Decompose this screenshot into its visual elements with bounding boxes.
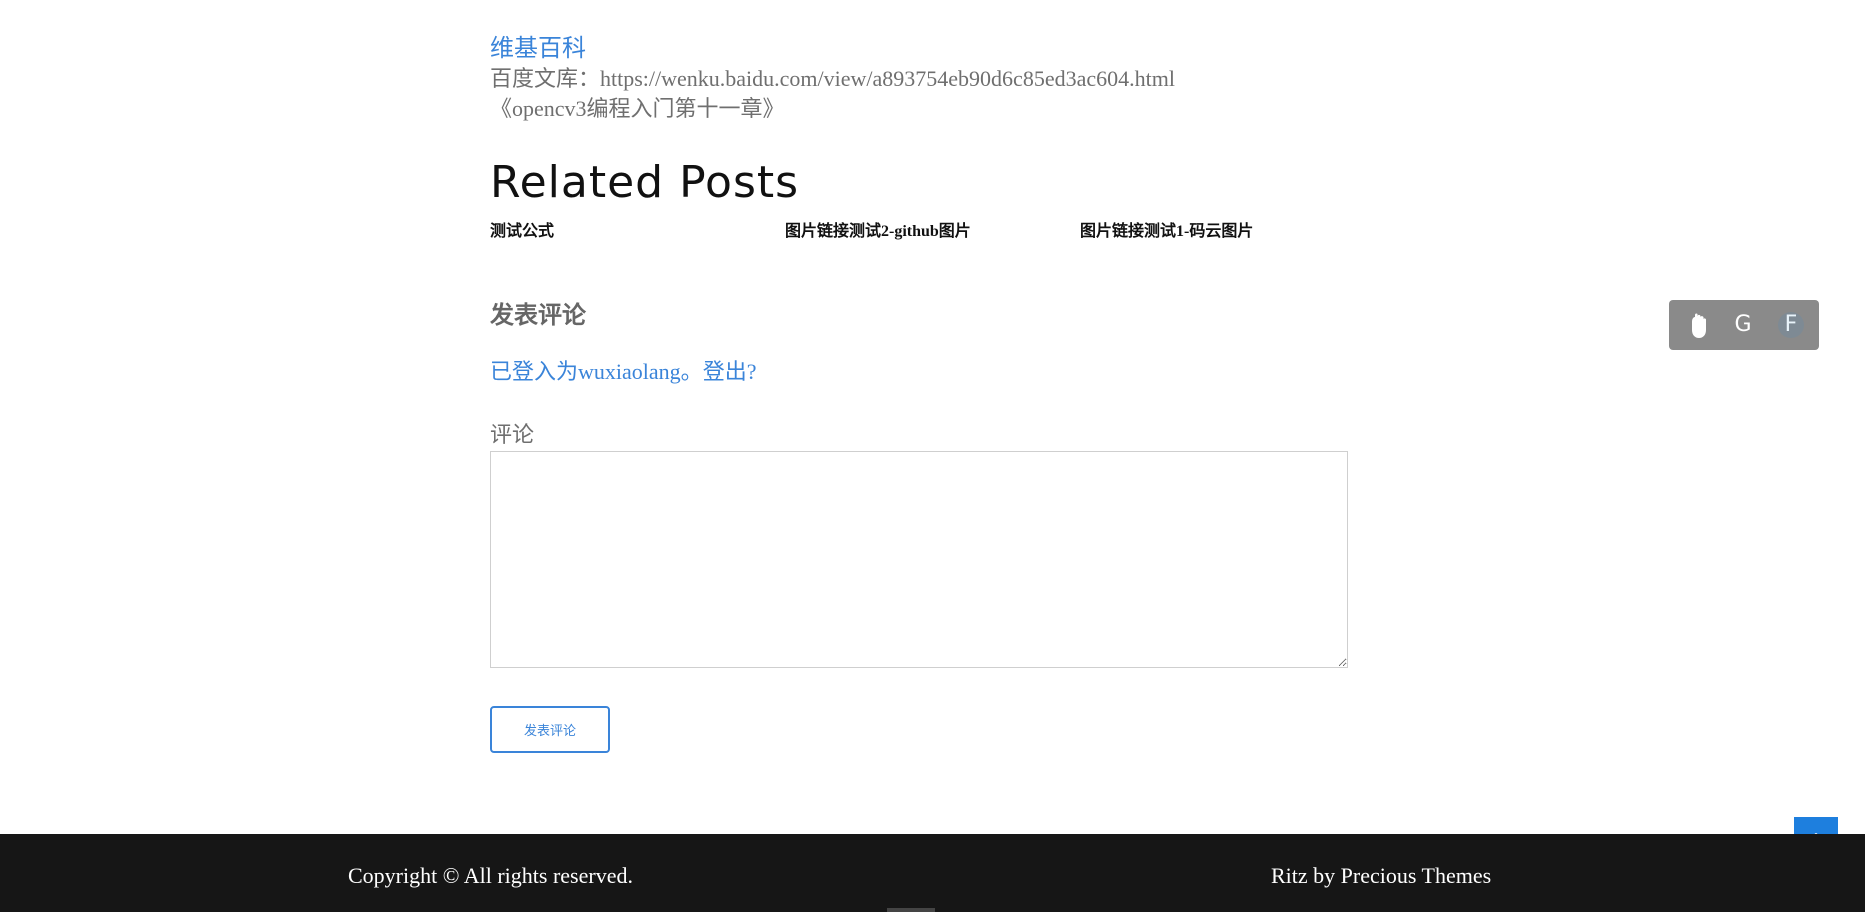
logged-in-prefix: 已登入为 [490,359,579,384]
footer-credit-link[interactable]: Ritz by Precious Themes [1271,862,1491,890]
related-post-link[interactable]: 测试公式 [490,222,554,242]
profile-link[interactable]: 已登入为wuxiaolang [490,359,681,384]
share-widget: G F [1669,300,1819,350]
related-post-link[interactable]: 图片链接测试1-码云图片 [1080,222,1253,242]
hand-icon[interactable] [1687,312,1711,340]
logged-in-notice: 已登入为wuxiaolang。登出? [490,358,756,386]
username: wuxiaolang [578,359,681,384]
separator: 。 [680,359,703,384]
footer-divider [887,908,935,912]
site-footer: Copyright © All rights reserved. Ritz by… [0,834,1865,912]
footer-copyright: Copyright © All rights reserved. [348,863,633,888]
related-post-link[interactable]: 图片链接测试2-github图片 [785,222,971,242]
comment-heading: 发表评论 [490,301,586,329]
comment-field-label: 评论 [490,422,535,447]
related-posts-title: Related Posts [490,157,800,208]
wiki-link[interactable]: 维基百科 [490,34,586,64]
book-reference: 《opencv3编程入门第十一章》 [490,96,785,121]
facebook-icon[interactable]: F [1778,312,1804,338]
logout-link[interactable]: 登出? [703,359,757,384]
baidu-reference: 百度文库：https://wenku.baidu.com/view/a89375… [490,66,1175,91]
comment-textarea[interactable] [490,451,1348,668]
google-icon[interactable]: G [1730,312,1756,338]
submit-comment-button[interactable]: 发表评论 [490,706,610,753]
